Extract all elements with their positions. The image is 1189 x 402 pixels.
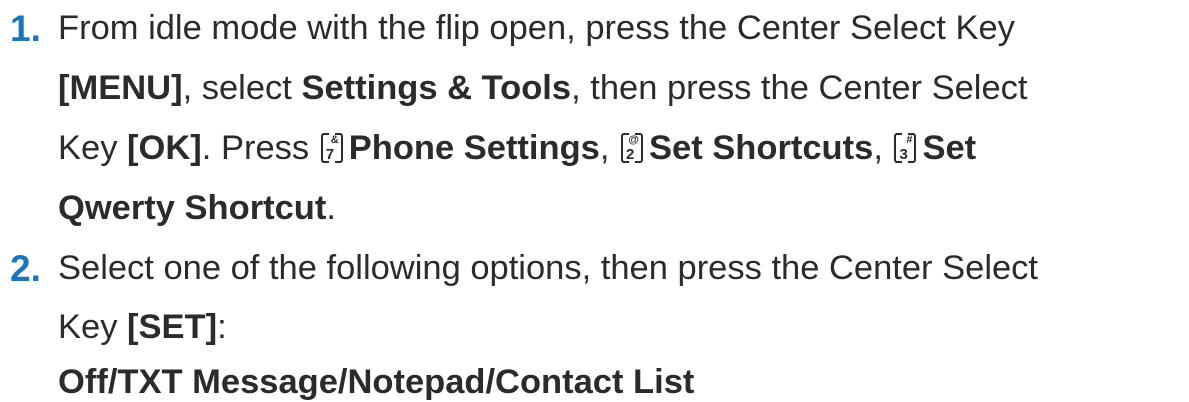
settings-tools-label: Settings & Tools <box>301 69 572 107</box>
set-label: Set <box>922 129 977 167</box>
options-list: Off/TXT Message/Notepad/Contact List <box>58 363 695 401</box>
step-1-line-4-text: . <box>326 189 336 227</box>
set-key-label: [SET] <box>127 308 218 346</box>
phone-settings-label: Phone Settings <box>348 129 600 167</box>
step-2-line-2: Key [SET]: <box>58 310 227 345</box>
key-2-symbol: @ <box>628 134 640 146</box>
ok-key-label: [OK] <box>127 129 202 167</box>
step-2-line-2-text-a: Key <box>58 308 128 346</box>
step-2-line-1-text: Select one of the following options, the… <box>58 249 1039 287</box>
key-7-digit: 7 <box>325 146 335 163</box>
step-1-line-4: Qwerty Shortcut. <box>58 191 336 226</box>
step-2-line-3: Off/TXT Message/Notepad/Contact List <box>58 365 694 400</box>
step-1-line-2-text-b: , then press the Center Select <box>571 69 1028 107</box>
step-1-line-3-text-d: , <box>873 129 893 167</box>
key-3-digit: 3 <box>899 146 908 163</box>
key-7-icon: 7 & <box>320 133 343 163</box>
set-shortcuts-label: Set Shortcuts <box>649 129 874 167</box>
step-1-line-3-text-a: Key <box>58 129 128 167</box>
step-1-line-1-text: From idle mode with the flip open, press… <box>58 9 1015 47</box>
step-2-line-1: Select one of the following options, the… <box>58 251 1038 286</box>
step-1-number: 1. <box>10 8 41 49</box>
key-3-icon: 3 # <box>894 133 917 163</box>
step-1-line-2-text-a: , select <box>182 69 302 107</box>
step-1-line-3-text-c: , <box>599 129 620 167</box>
menu-key-label: [MENU] <box>58 69 183 107</box>
step-1-line-1: From idle mode with the flip open, press… <box>58 11 1015 46</box>
key-3-symbol: # <box>906 134 913 146</box>
step-1-line-2: [MENU], select Settings & Tools, then pr… <box>58 71 1028 106</box>
key-7-symbol: & <box>330 134 339 146</box>
qwerty-shortcut-label: Qwerty Shortcut <box>58 189 327 227</box>
key-2-digit: 2 <box>626 146 635 163</box>
step-2-line-2-text-b: : <box>217 308 227 346</box>
step-1-line-3: Key [OK]. Press 7 & Phone Settings, 2 @ Set … <box>58 131 976 166</box>
step-2-number: 2. <box>10 248 41 289</box>
step-1-line-3-text-b: . Press <box>201 129 319 167</box>
key-2-icon: 2 @ <box>621 133 644 163</box>
